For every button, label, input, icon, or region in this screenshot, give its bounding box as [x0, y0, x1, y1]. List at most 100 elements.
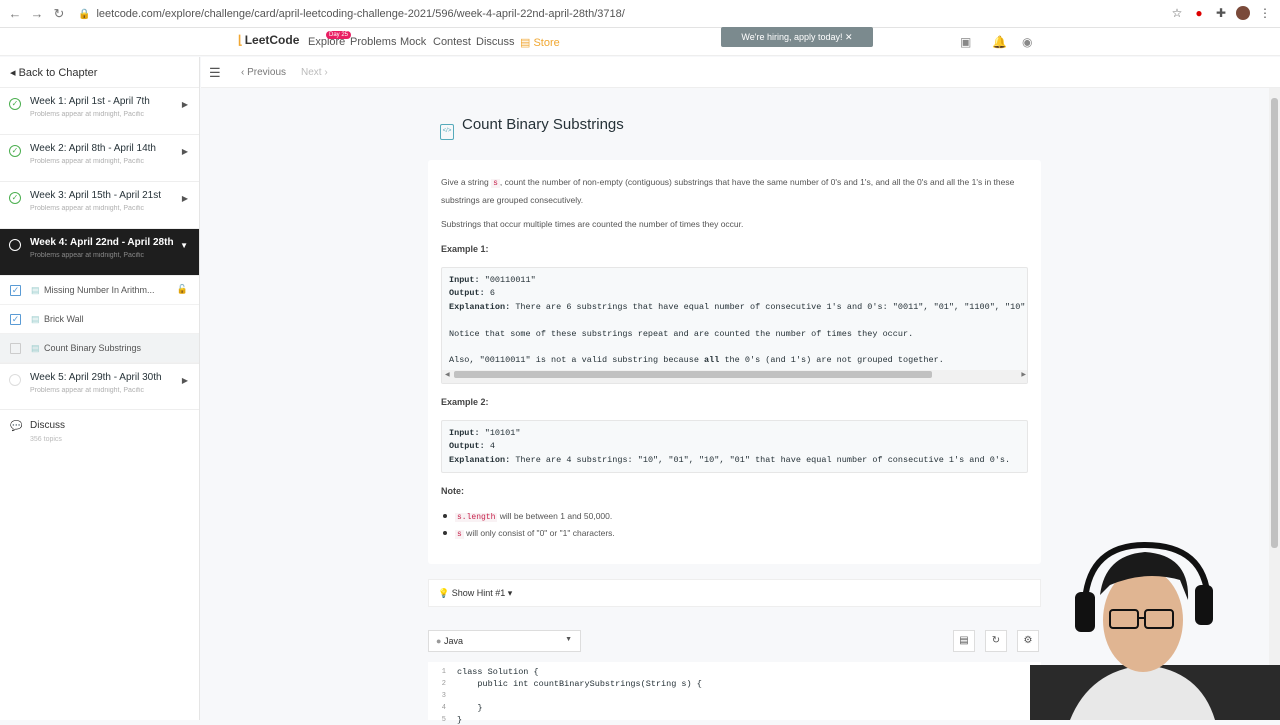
scroll-left-icon[interactable]: ◀ [445, 370, 450, 379]
nav-discuss[interactable]: Discuss [476, 36, 515, 48]
checked-checkbox[interactable]: ✓ [10, 285, 21, 296]
page-title: Count Binary Substrings [462, 116, 624, 133]
also-text: the 0's (and 1's) are not grouped togeth… [719, 355, 944, 366]
nav-contest[interactable]: Contest [433, 36, 471, 48]
line-number: 1 [441, 668, 446, 676]
chevron-left-icon: ◂ [10, 67, 19, 79]
inline-code: s.length [455, 513, 498, 522]
caret-down-icon: ▼ [565, 636, 572, 643]
notes-button[interactable]: ▤ [953, 630, 975, 652]
example-2-label: Example 2: [441, 397, 489, 407]
caret-down-icon: ▾ [505, 588, 513, 598]
browser-toolbar: ← → ↻ 🔒 leetcode.com/explore/challenge/ca… [0, 0, 1280, 28]
user-account-icon[interactable]: ◉ [1022, 35, 1032, 49]
problem-title: Count Binary Substrings [44, 343, 142, 353]
star-icon[interactable]: ☆ [1170, 6, 1184, 20]
site-nav: ⌊ LeetCode Explore Day 25 Problems Mock C… [0, 28, 1280, 56]
note-text: will only consist of "0" or "1" characte… [463, 528, 615, 538]
week-subtitle: Problems appear at midnight, Pacific [30, 205, 144, 212]
caret-right-icon: ▶ [181, 100, 188, 109]
document-icon: ▤ [959, 635, 969, 646]
reload-icon[interactable]: ↻ [48, 6, 70, 22]
inline-code: s [491, 179, 500, 188]
notice-text: Notice that some of these substrings rep… [449, 328, 914, 339]
desc-text: , count the number of non-empty (contigu… [441, 177, 1015, 205]
code-line: } [457, 715, 463, 725]
scrollbar-thumb[interactable] [1271, 98, 1278, 548]
forward-arrow-icon[interactable]: → [26, 6, 48, 21]
problem-item-brick-wall[interactable]: ✓ ▤ Brick Wall [0, 305, 199, 334]
week-subtitle: Problems appear at midnight, Pacific [30, 158, 144, 165]
desc-text: Give a string [441, 177, 492, 187]
opera-extension-icon[interactable]: ● [1192, 6, 1206, 20]
show-hint-button[interactable]: 💡 Show Hint #1 ▾ [428, 579, 1041, 607]
scrollbar-thumb[interactable] [454, 370, 932, 378]
week-item-1[interactable]: ✓ Week 1: April 1st - April 7th Problems… [0, 88, 199, 135]
week-subtitle: Problems appear at midnight, Pacific [30, 111, 144, 118]
problem-item-count-binary-substrings[interactable]: ▤ Count Binary Substrings [0, 334, 199, 363]
next-button[interactable]: Next › [301, 67, 328, 78]
profile-avatar[interactable] [1236, 6, 1250, 20]
checked-checkbox[interactable]: ✓ [10, 314, 21, 325]
code-editor[interactable]: 1 2 3 4 5 class Solution { public int co… [428, 662, 1041, 725]
line-number: 3 [441, 692, 446, 700]
webcam-overlay [1030, 541, 1280, 720]
nav-store[interactable]: ▤ Store [520, 36, 560, 49]
problem-item-missing-number[interactable]: ✓ ▤ Missing Number In Arithm... 🔓 [0, 276, 199, 305]
previous-button[interactable]: ‹ Previous [241, 67, 286, 78]
week-title: Week 2: April 8th - April 14th [30, 143, 156, 154]
week-title: Week 3: April 15th - April 21st [30, 190, 161, 201]
more-menu-icon[interactable]: ⋮ [1258, 6, 1272, 20]
back-arrow-icon[interactable]: ← [4, 6, 26, 21]
nav-problems[interactable]: Problems [350, 36, 396, 48]
card-toolbar: ☰ ‹ Previous Next › [201, 57, 1280, 88]
explanation-text: There are 4 substrings: "10", "01", "10"… [515, 454, 1011, 465]
extensions-icon[interactable]: ✚ [1214, 6, 1228, 20]
code-line: public int countBinarySubstrings(String … [457, 679, 702, 689]
hiring-banner[interactable]: We're hiring, apply today! ✕ [721, 27, 873, 47]
problem-description: Give a string s, count the number of non… [441, 174, 1031, 208]
problem-title: Missing Number In Arithm... [44, 285, 155, 295]
output-value: 4 [489, 441, 495, 452]
notification-bell-icon[interactable]: 🔔 [992, 35, 1007, 49]
empty-circle-icon [9, 374, 21, 386]
lock-icon: 🔒 [78, 9, 91, 20]
document-icon: ▤ [31, 343, 40, 353]
back-to-chapter-link[interactable]: ◂ Back to Chapter [0, 57, 199, 88]
problem-title: Brick Wall [44, 314, 84, 324]
note-text: will be between 1 and 50,000. [497, 511, 613, 521]
week-title: Week 1: April 1st - April 7th [30, 96, 150, 107]
line-number: 5 [441, 716, 446, 724]
address-bar[interactable]: 🔒 leetcode.com/explore/challenge/card/apr… [78, 0, 1158, 28]
playground-icon[interactable]: ▣ [960, 35, 971, 49]
week-title: Week 4: April 22nd - April 28th [30, 237, 174, 248]
horizontal-scrollbar[interactable]: ◀ ▶ [442, 369, 1027, 383]
line-number: 2 [441, 680, 446, 688]
explanation-label: Explanation: [449, 454, 511, 465]
reset-code-button[interactable]: ↻ [985, 630, 1007, 652]
inline-code: s [455, 530, 464, 539]
week-item-2[interactable]: ✓ Week 2: April 8th - April 14th Problem… [0, 135, 199, 182]
week-item-5[interactable]: Week 5: April 29th - April 30th Problems… [0, 363, 199, 410]
nav-mock[interactable]: Mock [400, 36, 426, 48]
input-value: "10101" [484, 428, 521, 438]
week-item-4[interactable]: Week 4: April 22nd - April 28th Problems… [0, 229, 199, 276]
discuss-item[interactable]: 💬 Discuss 356 topics [0, 410, 199, 457]
output-label: Output: [449, 288, 485, 299]
language-select[interactable]: ● Java ▼ [428, 630, 581, 652]
chevron-right-icon: › [321, 67, 328, 78]
hamburger-menu-icon[interactable]: ☰ [209, 65, 221, 81]
leetcode-logo[interactable]: ⌊ LeetCode [238, 33, 299, 47]
document-icon: ▤ [31, 285, 40, 295]
completed-check-icon: ✓ [9, 192, 21, 204]
note-label: Note: [441, 486, 464, 496]
scroll-right-icon[interactable]: ▶ [1021, 370, 1026, 379]
close-icon[interactable]: ✕ [845, 32, 853, 42]
line-number: 4 [441, 704, 446, 712]
week-item-3[interactable]: ✓ Week 3: April 15th - April 21st Proble… [0, 182, 199, 229]
caret-right-icon: ▶ [181, 147, 188, 156]
problem-description-2: Substrings that occur multiple times are… [441, 219, 744, 229]
chapter-sidebar: ◂ Back to Chapter ✓ Week 1: April 1st - … [0, 57, 200, 720]
caret-right-icon: ▶ [181, 194, 188, 203]
unchecked-checkbox[interactable] [10, 343, 21, 354]
